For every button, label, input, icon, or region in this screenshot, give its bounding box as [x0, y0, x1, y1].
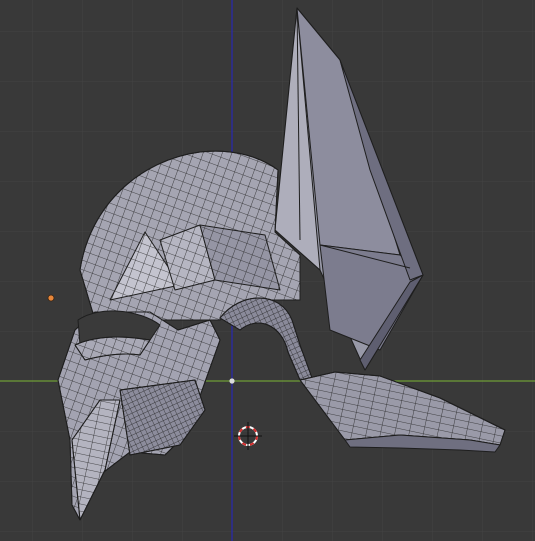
3d-viewport[interactable] — [0, 0, 535, 541]
viewport-canvas[interactable] — [0, 0, 535, 541]
pivot-point-icon — [229, 378, 235, 384]
object-origin-marker[interactable] — [47, 294, 55, 302]
